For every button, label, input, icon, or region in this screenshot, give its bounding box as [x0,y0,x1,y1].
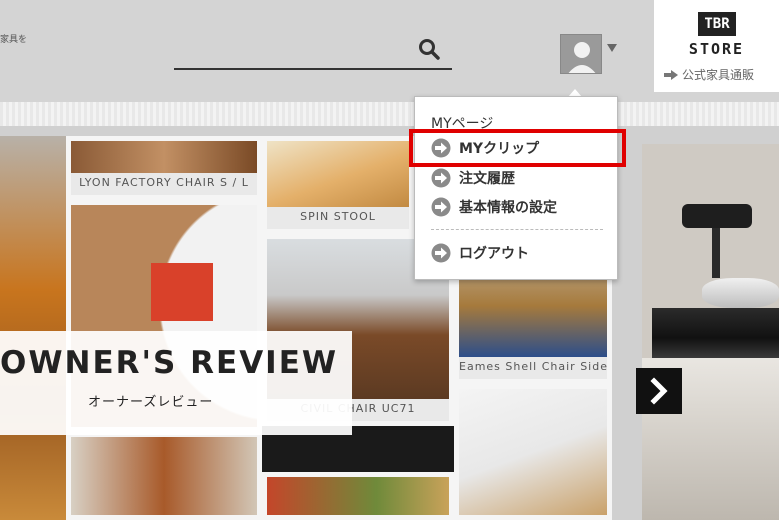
photo-left [0,136,66,520]
tile-wooden-chairs[interactable] [66,432,262,520]
store-name[interactable]: STORE [654,40,779,58]
tile-plants[interactable] [262,472,454,520]
photo-plates [702,278,779,308]
tile-caption: LYON FACTORY CHAIR S / L [79,176,249,189]
tile-caption: SPIN STOOL [300,210,376,223]
highlight-box [409,129,626,167]
divider-strip [0,102,779,126]
tile-white-table[interactable] [454,384,612,520]
menu-item-logout[interactable]: ログアウト [431,242,529,264]
photo-books [652,308,779,358]
arrow-circle-icon [431,243,451,263]
main-content: LYON FACTORY CHAIR S / L SPIN STOOL CIVI… [0,126,779,520]
photo-right[interactable] [642,144,779,520]
menu-item-basic-settings[interactable]: 基本情報の設定 [431,196,557,218]
photo-lamp [682,204,752,228]
user-avatar[interactable] [560,34,602,74]
owners-review-banner[interactable]: OWNER'S REVIEW オーナーズレビュー [0,331,352,435]
arrow-circle-icon [431,197,451,217]
my-page-dropdown: MYページ MYクリップ 注文履歴 基本情報の設定 ログアウト [414,96,618,280]
chevron-right-icon [650,377,668,405]
tile-caption: Eames Shell Chair Side [459,360,607,373]
store-logo: TBR [698,12,736,36]
arrow-circle-icon [431,168,451,188]
search-icon[interactable] [418,38,440,60]
banner-subtitle: オーナーズレビュー [88,395,214,410]
arrow-right-icon [664,69,678,80]
dropdown-divider [431,229,603,230]
photo-stand [712,228,720,278]
menu-item-order-history[interactable]: 注文履歴 [431,167,515,189]
chevron-down-icon[interactable] [607,44,617,52]
menu-item-label: ログアウト [459,246,529,262]
menu-item-label: 注文履歴 [459,171,515,187]
header-note: 家具を [0,35,28,45]
next-slide-button[interactable] [636,368,682,414]
record-sleeve [151,263,213,321]
tile-lyon-factory-chair[interactable]: LYON FACTORY CHAIR S / L [66,136,262,200]
user-avatar-icon [561,35,601,73]
search-input[interactable] [174,68,452,70]
store-link[interactable]: 公式家具通販 [664,66,754,83]
store-link-label: 公式家具通販 [682,68,755,82]
menu-item-label: 基本情報の設定 [459,200,557,216]
banner-title: OWNER'S REVIEW [0,345,339,381]
tile-spin-stool[interactable]: SPIN STOOL [262,136,414,234]
